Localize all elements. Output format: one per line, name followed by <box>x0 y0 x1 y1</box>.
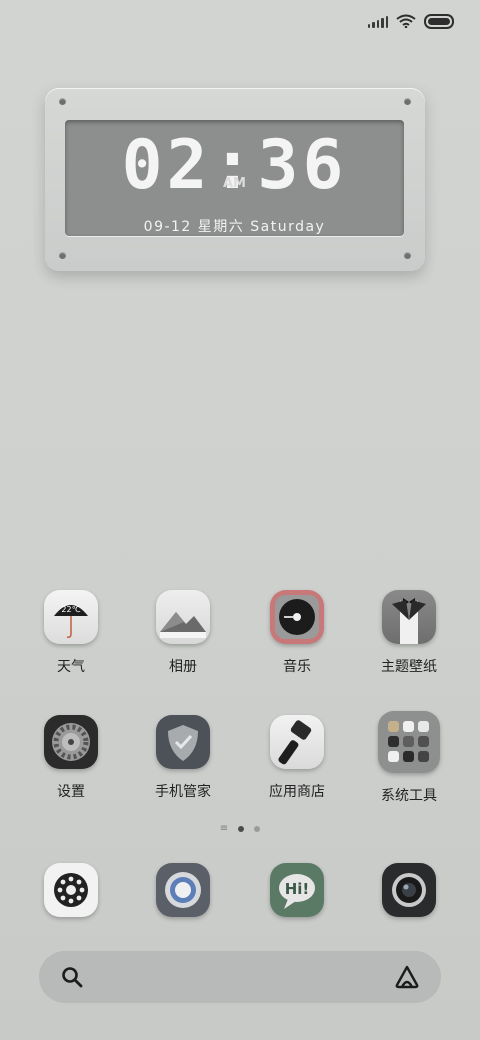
lcd-display: 02: AM 36 09-12 星期六 Saturday <box>65 120 404 236</box>
hi-chat-icon: Hi! <box>270 863 324 917</box>
app-label: 系统工具 <box>381 788 437 804</box>
clock-widget[interactable]: 02: AM 36 09-12 星期六 Saturday <box>45 88 425 271</box>
app-store[interactable]: 应用商店 <box>242 715 352 801</box>
clock-minutes: 36 <box>257 126 348 205</box>
app-themes[interactable]: 主题壁纸 <box>354 590 464 676</box>
browser-ring-icon <box>156 863 210 917</box>
screw-icon <box>59 252 66 259</box>
folder-icon <box>378 711 440 773</box>
screw-icon <box>404 98 411 105</box>
assistant-a-icon[interactable] <box>393 964 421 990</box>
wifi-icon <box>396 14 416 28</box>
gear-icon <box>44 715 98 769</box>
app-gallery[interactable]: 相册 <box>128 590 238 676</box>
hammer-store-icon <box>270 715 324 769</box>
screw-icon <box>59 98 66 105</box>
app-label: 设置 <box>57 784 85 800</box>
camera-lens-icon <box>382 863 436 917</box>
battery-icon <box>424 13 454 29</box>
clock-time: 02: AM 36 <box>65 130 404 202</box>
app-security[interactable]: 手机管家 <box>128 715 238 801</box>
dock-camera[interactable] <box>354 863 464 917</box>
app-music[interactable]: 音乐 <box>242 590 352 676</box>
screw-icon <box>404 252 411 259</box>
status-bar <box>367 10 454 32</box>
menu-icon[interactable]: ≡ <box>220 824 228 834</box>
page-indicator: ≡ <box>0 824 480 834</box>
app-label: 手机管家 <box>155 784 211 800</box>
mountain-photo-icon <box>156 590 210 644</box>
umbrella-weather-icon: 22℃ <box>44 590 98 644</box>
app-label: 天气 <box>57 659 85 675</box>
search-bar[interactable] <box>39 951 441 1003</box>
clock-date: 09-12 星期六 Saturday <box>143 219 326 235</box>
record-player-icon <box>270 590 324 644</box>
dock-messages[interactable]: Hi! <box>242 863 352 917</box>
app-weather[interactable]: 22℃ 天气 <box>16 590 126 676</box>
app-label: 应用商店 <box>269 784 325 800</box>
tuxedo-icon <box>382 590 436 644</box>
weather-temp: 22℃ <box>61 605 80 614</box>
signal-icon <box>367 14 388 28</box>
app-system-tools[interactable]: 系统工具 <box>354 711 464 805</box>
dock-browser[interactable] <box>128 863 238 917</box>
app-settings[interactable]: 设置 <box>16 715 126 801</box>
page-dot[interactable] <box>254 826 261 832</box>
rotary-dial-icon <box>44 863 98 917</box>
hi-text: Hi! <box>285 880 310 898</box>
app-label: 主题壁纸 <box>381 659 437 675</box>
page-dot[interactable] <box>238 826 245 832</box>
shield-check-icon <box>156 715 210 769</box>
app-label: 音乐 <box>283 659 311 675</box>
clock-ampm: AM <box>223 176 246 191</box>
clock-hours: 02 <box>121 126 212 205</box>
app-label: 相册 <box>169 659 197 675</box>
search-icon[interactable] <box>61 966 83 988</box>
dock-phone[interactable] <box>16 863 126 917</box>
